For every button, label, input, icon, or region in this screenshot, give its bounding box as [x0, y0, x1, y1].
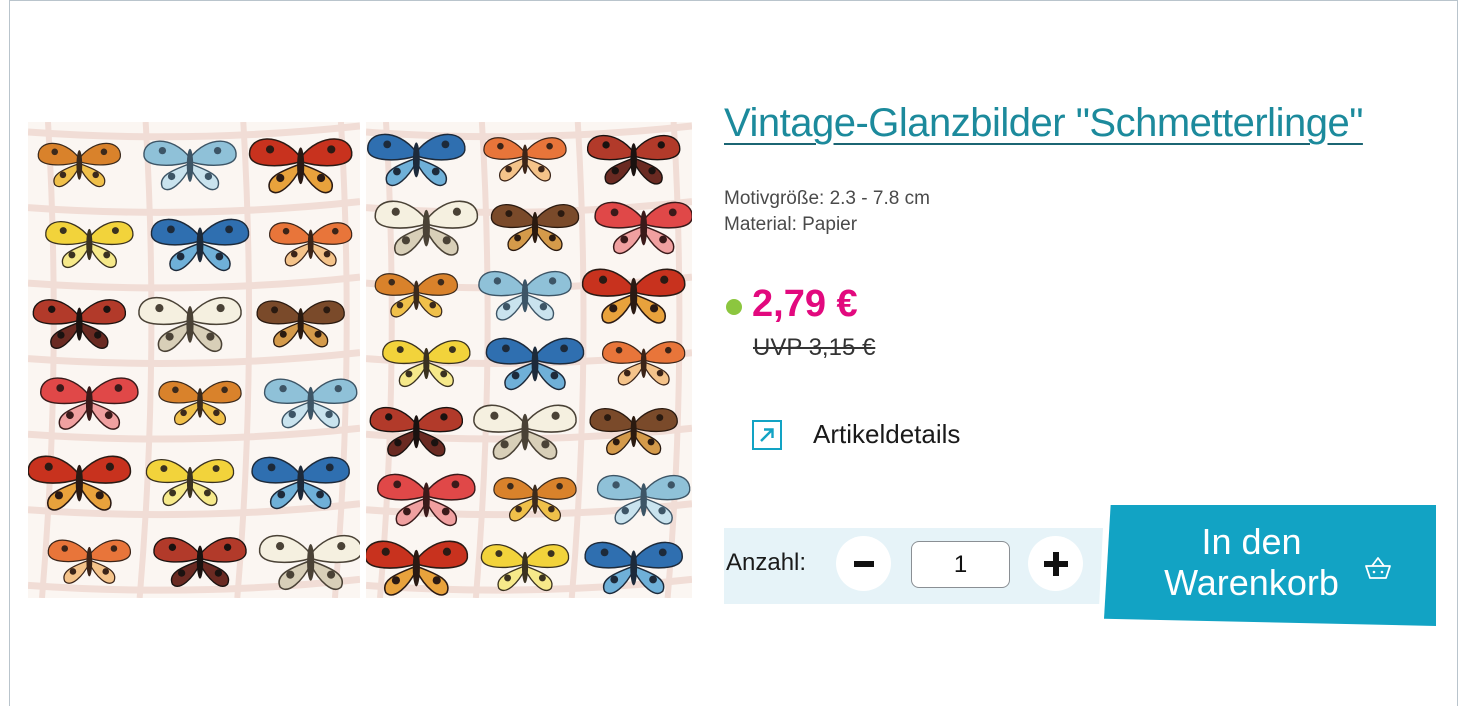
price-row: 2,79 € [726, 283, 858, 326]
product-image[interactable] [28, 122, 692, 598]
add-to-cart-button[interactable]: In den Warenkorb [1104, 505, 1436, 626]
quantity-input[interactable] [911, 541, 1010, 588]
details-link[interactable]: Artikeldetails [752, 419, 960, 450]
price: 2,79 € [752, 283, 858, 325]
product-title[interactable]: Vintage-Glanzbilder "Schmetterlinge" [724, 101, 1363, 146]
uvp-price: UVP 3,15 € [753, 334, 876, 361]
butterfly-sheet-right [366, 122, 692, 598]
material: Material: Papier [724, 214, 858, 235]
plus-icon [1043, 551, 1068, 576]
add-to-cart-label: In den Warenkorb [1164, 521, 1339, 603]
minus-icon [853, 560, 874, 567]
details-label: Artikeldetails [813, 419, 961, 449]
quantity-label: Anzahl: [726, 549, 807, 576]
decrease-quantity-button[interactable] [836, 536, 891, 591]
butterfly-sheet-left [28, 122, 360, 598]
basket-icon [1364, 555, 1392, 586]
increase-quantity-button[interactable] [1028, 536, 1083, 591]
product-specs: Motivgröße: 2.3 - 7.8 cm Material: Papie… [724, 186, 930, 238]
motif-size: Motivgröße: 2.3 - 7.8 cm [724, 188, 930, 209]
external-arrow-icon [752, 419, 782, 450]
availability-dot-icon [726, 298, 742, 315]
